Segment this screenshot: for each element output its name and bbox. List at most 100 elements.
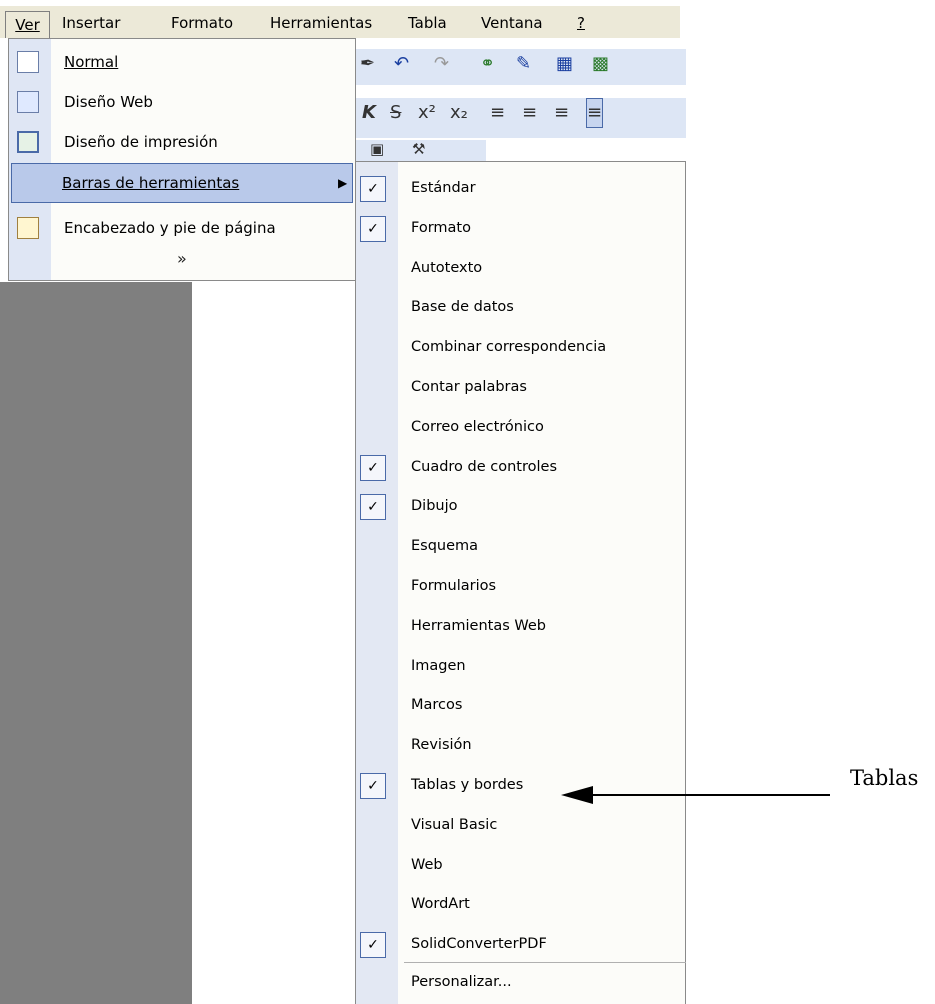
submenu-arrow-icon: ▶	[338, 176, 348, 190]
menu-help[interactable]: ?	[577, 12, 585, 34]
ver-menu: Normal Diseño Web Diseño de impresión Ba…	[8, 38, 356, 281]
menu-ventana[interactable]: Ventana	[481, 12, 543, 34]
submenu-item[interactable]: Base de datos	[356, 287, 686, 327]
menu-herramientas[interactable]: Herramientas	[270, 12, 372, 34]
checkmark-icon: ✓	[360, 454, 386, 481]
justify-icon[interactable]: ≡	[586, 98, 604, 128]
italic-icon[interactable]: K	[362, 98, 376, 128]
align-left-icon[interactable]: ≡	[490, 98, 505, 128]
submenu-item[interactable]: Autotexto	[356, 248, 686, 288]
submenu-item-label: Esquema	[411, 538, 479, 555]
expand-menu-icon[interactable]: »	[177, 249, 187, 268]
insert-excel-icon[interactable]: ▩	[592, 49, 609, 79]
submenu-item-label: Combinar correspondencia	[411, 339, 607, 356]
submenu-item-label: Formato	[411, 219, 471, 236]
submenu-item-label: SolidConverterPDF	[411, 936, 547, 953]
menu-formato-label: Formato	[171, 14, 234, 32]
header-footer-icon	[17, 217, 39, 239]
strikethrough-icon[interactable]: S	[390, 98, 401, 128]
formatting-toolbar: K S x² x₂ ≡ ≡ ≡ ≡	[356, 98, 686, 138]
submenu-item-label: Web	[411, 856, 443, 873]
submenu-item[interactable]: ✓ Estándar	[356, 168, 686, 208]
submenu-item[interactable]: Herramientas Web	[356, 606, 686, 646]
submenu-item[interactable]: Imagen	[356, 646, 686, 686]
submenu-item[interactable]: ✓ Cuadro de controles	[356, 447, 686, 487]
paint-brush-icon[interactable]: ✒	[360, 49, 375, 79]
tools-icon[interactable]: ⚒	[412, 134, 425, 164]
ver-menu-diseno-impresion[interactable]: Diseño de impresión	[9, 123, 355, 161]
redo-icon[interactable]: ↷	[434, 49, 449, 79]
submenu-item[interactable]: Contar palabras	[356, 367, 686, 407]
submenu-item-label: Estándar	[411, 180, 476, 196]
print-layout-icon	[17, 131, 39, 153]
submenu-item-label: Contar palabras	[411, 379, 527, 395]
menu-tabla-label: Tabla	[408, 14, 447, 32]
normal-view-icon	[17, 51, 39, 73]
submenu-item-label: Marcos	[411, 697, 463, 714]
ver-menu-encabezado-label: Encabezado y pie de página	[64, 219, 276, 237]
submenu-item[interactable]: Marcos	[356, 685, 686, 725]
submenu-item[interactable]: ✓ Dibujo	[356, 486, 686, 526]
submenu-item[interactable]: Correo electrónico	[356, 407, 686, 447]
ver-menu-normal[interactable]: Normal	[9, 43, 355, 81]
subscript-icon[interactable]: x₂	[450, 98, 468, 128]
submenu-item-label: Imagen	[411, 657, 466, 674]
ver-menu-barras-label: Barras de herramientas	[62, 174, 240, 192]
align-center-icon[interactable]: ≡	[522, 98, 537, 128]
submenu-item[interactable]: ✓ Formato	[356, 208, 686, 248]
document-page[interactable]	[192, 282, 356, 1004]
menu-ver-label: Ver	[15, 16, 40, 34]
ver-menu-diseno-web-label: Diseño Web	[64, 93, 153, 111]
menu-insertar[interactable]: Insertar	[62, 12, 120, 34]
submenu-personalizar-label: Personalizar...	[411, 974, 512, 990]
menu-insertar-label: Insertar	[62, 14, 121, 32]
submenu-item[interactable]: Web	[356, 845, 686, 885]
menu-bar: Ver Insertar Formato Herramientas Tabla …	[0, 6, 680, 38]
submenu-item[interactable]: ✓ SolidConverterPDF	[356, 924, 686, 964]
drawing-toolbar: ▣ ⚒	[356, 140, 486, 162]
submenu-item[interactable]: Combinar correspondencia	[356, 327, 686, 367]
align-right-icon[interactable]: ≡	[554, 98, 569, 128]
tables-borders-icon[interactable]: ✎	[516, 49, 531, 79]
submenu-item-label: Revisión	[411, 737, 472, 754]
submenu-item[interactable]: Visual Basic	[356, 805, 686, 845]
submenu-item[interactable]: WordArt	[356, 884, 686, 924]
submenu-item-label: Base de datos	[411, 299, 514, 316]
annotation-arrow	[561, 786, 830, 804]
ver-menu-diseno-web[interactable]: Diseño Web	[9, 83, 355, 121]
submenu-item[interactable]: Esquema	[356, 526, 686, 566]
menu-ventana-label: Ventana	[481, 14, 543, 32]
submenu-item-label: WordArt	[411, 896, 470, 913]
insert-table-icon[interactable]: ▦	[556, 49, 573, 79]
ver-menu-diseno-impresion-label: Diseño de impresión	[64, 133, 218, 151]
superscript-icon[interactable]: x²	[418, 98, 436, 128]
menu-formato[interactable]: Formato	[171, 12, 233, 34]
arrow-head	[561, 786, 593, 804]
submenu-personalizar[interactable]: Personalizar...	[356, 962, 686, 1002]
checkmark-icon: ✓	[360, 494, 386, 521]
submenu-item-label: Tablas y bordes	[411, 777, 524, 793]
ver-menu-normal-label: Normal	[64, 53, 119, 71]
hyperlink-icon[interactable]: ⚭	[480, 49, 495, 79]
annotation-label: Tablas	[850, 766, 919, 790]
menu-help-label: ?	[577, 14, 585, 32]
submenu-item-label: Formularios	[411, 578, 497, 594]
submenu-item-label: Correo electrónico	[411, 418, 544, 435]
checkmark-icon: ✓	[360, 176, 386, 202]
ver-menu-barras[interactable]: Barras de herramientas ▶	[11, 163, 353, 203]
checkmark-icon: ✓	[360, 932, 386, 959]
submenu-item[interactable]: Revisión	[356, 725, 686, 765]
document-gray-area	[0, 282, 192, 1004]
menu-ver[interactable]: Ver	[5, 11, 50, 38]
submenu-item-label: Visual Basic	[411, 816, 498, 833]
submenu-item[interactable]: Formularios	[356, 566, 686, 606]
menu-herramientas-label: Herramientas	[270, 14, 373, 32]
ver-menu-encabezado[interactable]: Encabezado y pie de página	[9, 209, 355, 247]
checkmark-icon: ✓	[360, 215, 386, 242]
menu-tabla[interactable]: Tabla	[408, 12, 447, 34]
checkmark-icon: ✓	[360, 773, 386, 799]
submenu-item-label: Cuadro de controles	[411, 458, 557, 475]
web-layout-icon	[17, 91, 39, 113]
image-icon[interactable]: ▣	[370, 134, 384, 164]
undo-icon[interactable]: ↶	[394, 49, 409, 79]
